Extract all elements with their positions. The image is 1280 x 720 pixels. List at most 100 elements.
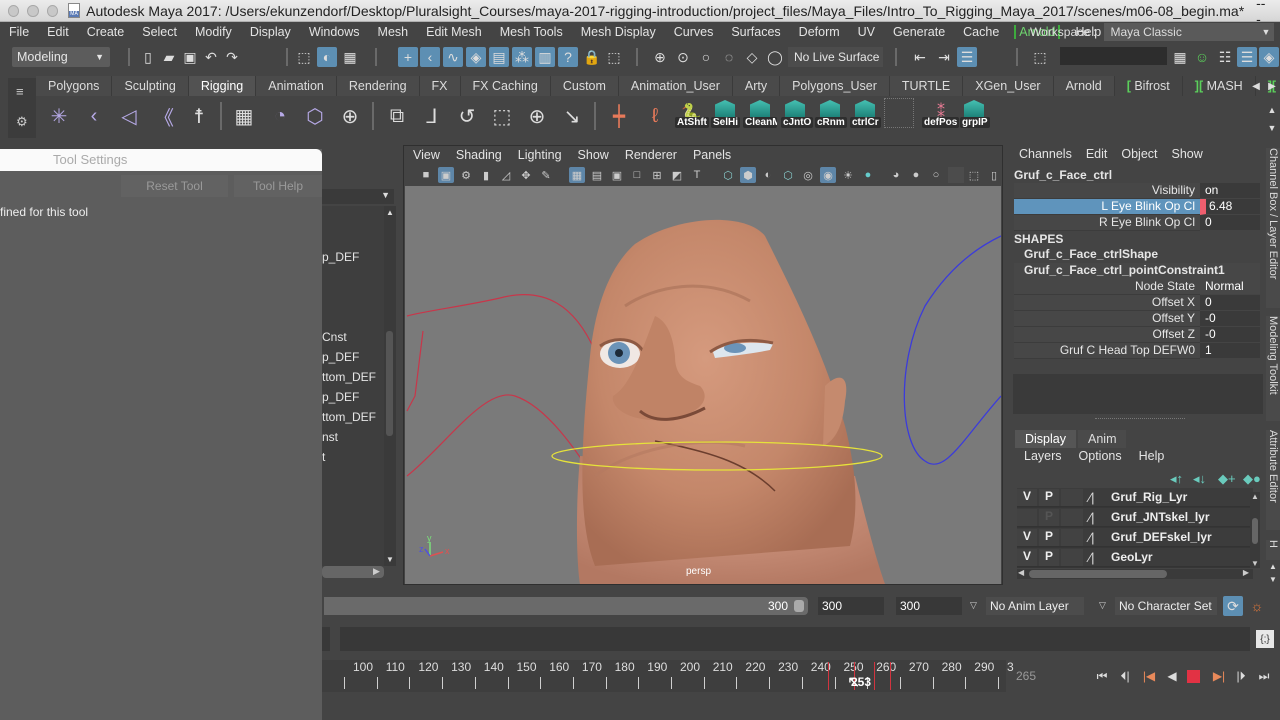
viewport-menu-shading[interactable]: Shading [448, 148, 510, 162]
lattice-icon[interactable]: ⬡ [300, 100, 330, 132]
layer-menu-layers[interactable]: Layers [1015, 449, 1070, 463]
move-layer-up-icon[interactable]: ◂↑ [1170, 471, 1183, 487]
shelf-button-cjnto[interactable]: cJntO [781, 117, 814, 128]
zoom-window-button[interactable] [46, 4, 58, 17]
channel-box-icon[interactable]: ◈ [1259, 47, 1279, 67]
xray-icon[interactable]: ◎ [800, 167, 816, 183]
channel-row-l-eye-blink[interactable]: L Eye Blink Op Cl 6.48 [1014, 199, 1260, 215]
shelf-tab-polygons[interactable]: Polygons [36, 76, 113, 96]
shelf-menu-icon[interactable]: ≡ [16, 84, 24, 99]
quick-selection-input[interactable] [1060, 47, 1167, 65]
select-highlight-icon[interactable]: ⬚ [604, 47, 624, 67]
menu-cache[interactable]: Cache [954, 25, 1008, 39]
range-slider-handle[interactable] [794, 600, 804, 612]
channel-box-menu-edit[interactable]: Edit [1079, 147, 1115, 161]
layer-name[interactable]: Gruf_JNTskel_lyr [1111, 510, 1210, 524]
layer-type-icon[interactable]: ⁄| [1089, 550, 1107, 565]
shelf-tab-animation[interactable]: Animation [256, 76, 337, 96]
shelf-tab-rendering[interactable]: Rendering [336, 76, 420, 96]
constraint-node[interactable]: Gruf_c_Face_ctrl_pointConstraint1 [1014, 263, 1260, 279]
playback-end-field[interactable]: 300 [896, 597, 962, 615]
layer-color-swatch[interactable] [1061, 508, 1083, 526]
layer-playback-toggle[interactable]: P [1039, 508, 1059, 526]
shelf-tab-sculpting[interactable]: Sculpting [112, 76, 189, 96]
anti-aliasing-icon[interactable]: ○ [928, 167, 944, 183]
menu-surfaces[interactable]: Surfaces [722, 25, 789, 39]
tool-settings-icon[interactable]: ☰ [1237, 47, 1257, 67]
select-component-icon[interactable]: ▦ [340, 47, 360, 67]
layer-row[interactable]: P ⁄| Gruf_JNTskel_lyr [1017, 508, 1253, 527]
stop-playback-button[interactable] [1187, 670, 1200, 683]
viewport-menu-show[interactable]: Show [570, 148, 617, 162]
menu-create[interactable]: Create [78, 25, 134, 39]
scrollbar-thumb[interactable] [1029, 570, 1167, 578]
layer-playback-toggle[interactable]: P [1039, 548, 1059, 566]
outliner-filter-dropdown[interactable]: ▼ [322, 189, 394, 204]
lock-icon[interactable]: 🔒 [582, 47, 602, 67]
set-driven-key-icon[interactable]: ┿ [604, 100, 634, 132]
layer-visibility-toggle[interactable] [1017, 508, 1037, 526]
human-ik-character-icon[interactable]: ☨ [184, 100, 214, 132]
human-ik-icon[interactable]: ☺ [1192, 47, 1212, 67]
menu-file[interactable]: File [0, 25, 38, 39]
point-constraint-icon[interactable]: ⅃ [417, 100, 447, 132]
snap-view-plane-icon[interactable]: ◇ [742, 47, 762, 67]
side-tab-modeling-toolkit[interactable]: Modeling Toolkit [1266, 316, 1280, 421]
outliner-item[interactable]: t [322, 450, 325, 464]
move-layer-down-icon[interactable]: ◂↓ [1193, 471, 1206, 487]
scrollbar-thumb[interactable] [386, 331, 393, 436]
step-back-key-icon[interactable]: |◀ [1140, 668, 1158, 684]
wireframe-icon[interactable]: ⬡ [720, 167, 736, 183]
shelf-settings-icon[interactable]: ⚙ [16, 114, 28, 130]
outliner-item[interactable]: Cnst [322, 330, 347, 344]
layer-row[interactable]: V P ⁄| Gruf_Rig_Lyr [1017, 488, 1253, 507]
channel-box-menu-channels[interactable]: Channels [1012, 147, 1079, 161]
animation-preferences-icon[interactable]: ☼ [1247, 596, 1267, 616]
side-tab-hypershade[interactable]: H [1266, 540, 1280, 560]
shelf-button-selhi[interactable]: SelHi [711, 117, 741, 128]
cluster-icon[interactable]: ⊕ [335, 100, 365, 132]
scroll-down-icon[interactable]: ▼ [386, 555, 394, 564]
shelf-scroll-right-icon[interactable]: ▶ [1262, 76, 1280, 96]
layer-color-swatch[interactable] [1061, 488, 1083, 506]
layer-row[interactable]: V P ⁄| Gruf_DEFskel_lyr [1017, 528, 1253, 547]
lock-camera-icon[interactable]: ▣ [438, 167, 454, 183]
modeling-toolkit-icon[interactable]: ▦ [1170, 47, 1190, 67]
insert-joint-icon[interactable]: ‹ [79, 100, 109, 132]
channel-value[interactable]: -0 [1200, 327, 1260, 343]
3d-viewport-scene[interactable]: y x z persp [405, 186, 1001, 584]
film-gate-icon[interactable]: ▤ [589, 167, 605, 183]
scroll-left-icon[interactable]: ◀ [1018, 568, 1024, 577]
layer-tab-anim[interactable]: Anim [1078, 430, 1127, 448]
wireframe-on-shaded-icon[interactable]: ⬡ [780, 167, 796, 183]
shadows-icon[interactable]: ● [860, 167, 876, 183]
select-rendering-icon[interactable]: ▥ [535, 47, 555, 67]
scroll-down-icon[interactable]: ▼ [1251, 559, 1259, 568]
shelf-button-crnm[interactable]: cRnm [815, 117, 847, 128]
layer-row[interactable]: V P ⁄| GeoLyr [1017, 548, 1253, 567]
menu-set-dropdown[interactable]: Modeling ▼ [12, 47, 110, 67]
channel-box-menu-object[interactable]: Object [1114, 147, 1164, 161]
output-ops-icon[interactable]: ⇥ [934, 47, 954, 67]
menu-generate[interactable]: Generate [884, 25, 954, 39]
menu-deform[interactable]: Deform [790, 25, 849, 39]
side-tab-attribute-editor[interactable]: Attribute Editor [1266, 430, 1280, 530]
tool-help-button[interactable]: Tool Help [234, 175, 322, 197]
go-to-start-icon[interactable]: ⏮ [1093, 668, 1111, 684]
select-handles-icon[interactable]: + [398, 47, 418, 67]
layer-visibility-toggle[interactable]: V [1017, 488, 1037, 506]
workspace-dropdown[interactable]: Maya Classic ▼ [1104, 23, 1275, 41]
ik-handle-icon[interactable]: ◁ [114, 100, 144, 132]
animation-end-field[interactable]: 300 [818, 597, 884, 615]
use-default-material-icon[interactable]: ◐ [760, 167, 776, 183]
make-live-icon[interactable]: ◯ [765, 47, 785, 67]
step-forward-key-icon[interactable]: ▶| [1210, 668, 1228, 684]
layer-playback-toggle[interactable]: P [1039, 528, 1059, 546]
attribute-editor-icon[interactable]: ☷ [1215, 47, 1235, 67]
layer-playback-toggle[interactable]: P [1039, 488, 1059, 506]
render-region-icon[interactable]: ⬚ [1030, 47, 1050, 67]
save-scene-icon[interactable]: ▣ [180, 47, 200, 67]
isolate-select-icon[interactable]: ⬚ [966, 167, 982, 183]
shelf-tab-arty[interactable]: Arty [732, 76, 781, 96]
outliner-item[interactable]: p_DEF [322, 390, 359, 404]
